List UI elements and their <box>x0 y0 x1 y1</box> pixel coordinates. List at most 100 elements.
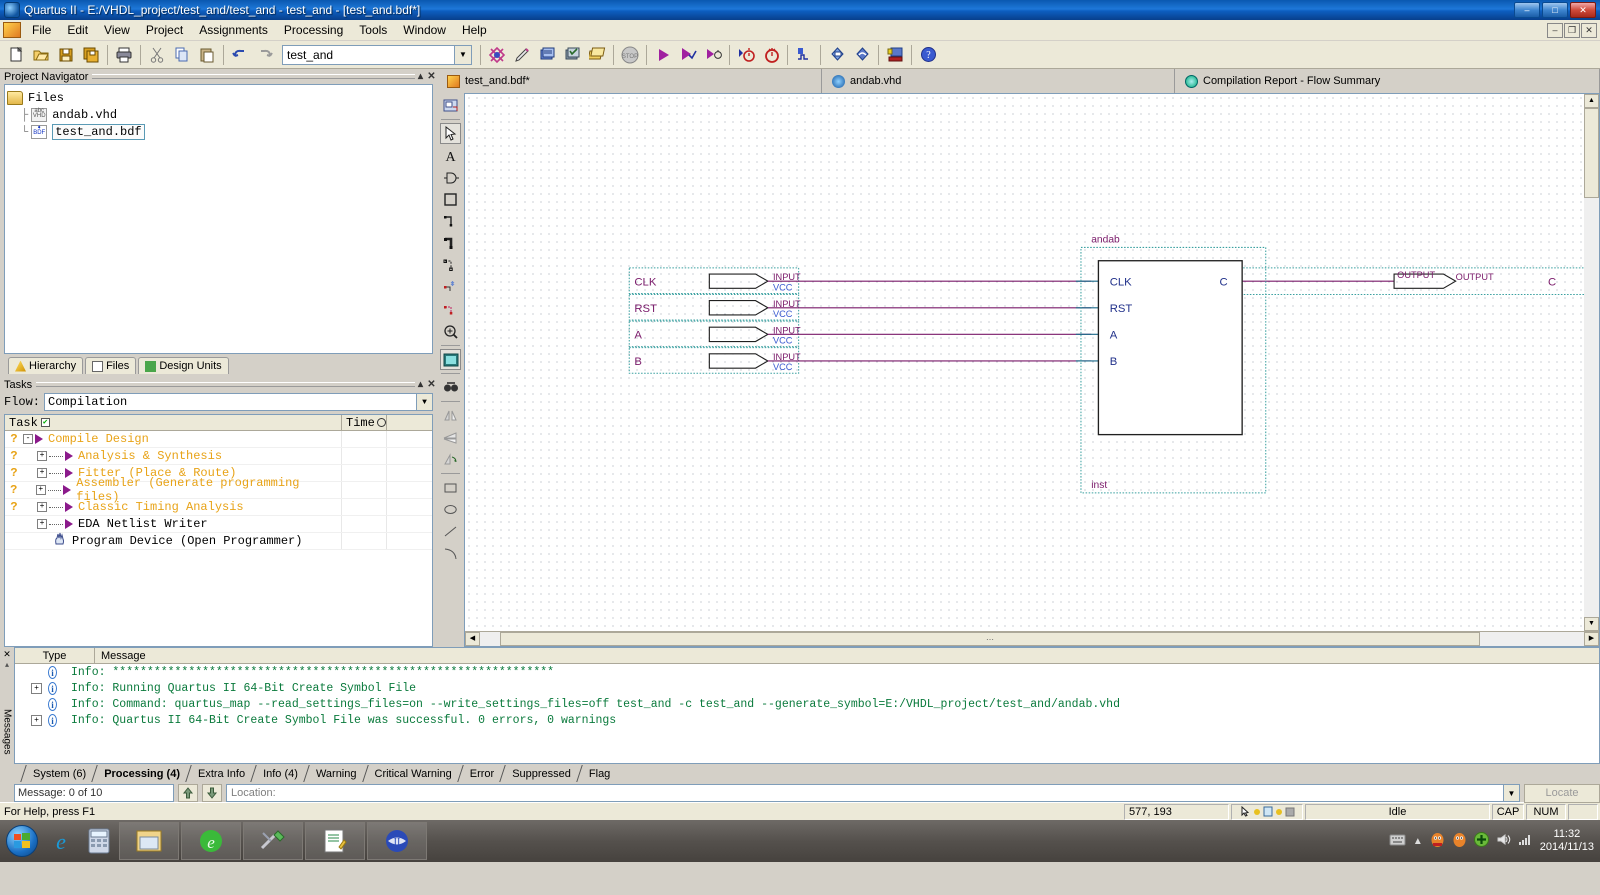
hand-icon[interactable] <box>53 532 67 550</box>
table-row[interactable]: ? + Assembler (Generate programming file… <box>5 476 432 504</box>
expander-icon[interactable] <box>31 699 42 710</box>
checkbox-icon[interactable]: ✔ <box>40 418 50 427</box>
schematic-canvas[interactable]: CLK RST A B INPUT INPUT INPUT INPUT VCC … <box>465 94 1584 631</box>
scroll-track-horizontal[interactable]: ⋯ <box>480 632 1584 646</box>
expander-icon[interactable]: + <box>37 468 47 478</box>
expander-icon[interactable] <box>31 667 42 678</box>
project-navigator-tree[interactable]: Files ├ abc VHD andab.vhd └ ➧ BDF test_and… <box>4 84 433 354</box>
expander-icon[interactable]: + <box>37 451 47 461</box>
msg-tab-processing[interactable]: Processing (4) <box>91 765 189 782</box>
programmer-icon[interactable] <box>883 43 907 67</box>
tree-root-files[interactable]: Files <box>7 89 430 106</box>
play-icon[interactable] <box>65 502 73 512</box>
print-icon[interactable] <box>112 43 136 67</box>
table-row[interactable]: ? + Classic Timing Analysis <box>5 499 432 516</box>
close-icon[interactable]: ✕ <box>426 379 437 390</box>
tasks-table[interactable]: Task ✔ Time ? - Compile Design ? + Analy… <box>4 414 433 647</box>
locate-button[interactable]: Locate <box>1524 783 1600 803</box>
collapse-icon[interactable]: ▴ <box>415 71 426 82</box>
list-item[interactable]: └ ➧ BDF test_and.bdf <box>7 123 430 140</box>
stop-icon[interactable]: STOP <box>618 43 642 67</box>
chevron-down-icon[interactable]: ▼ <box>1503 785 1519 801</box>
menu-item-tools[interactable]: Tools <box>351 21 395 39</box>
mdi-close-button[interactable]: ✕ <box>1581 22 1597 38</box>
canvas-vertical-scrollbar[interactable]: ▲ ▼ <box>1584 94 1599 631</box>
shield-icon[interactable] <box>1473 832 1489 850</box>
orthogonal-node-tool-icon[interactable] <box>440 211 461 232</box>
expander-icon[interactable]: + <box>37 519 47 529</box>
start-compilation-icon[interactable] <box>651 43 675 67</box>
tab-files[interactable]: Files <box>85 357 137 374</box>
expander-icon[interactable]: - <box>23 434 33 444</box>
window-minimize-button[interactable]: – <box>1514 2 1540 18</box>
menu-item-processing[interactable]: Processing <box>276 21 351 39</box>
next-message-button[interactable] <box>202 784 222 802</box>
open-file-icon[interactable] <box>29 43 53 67</box>
mdi-minimize-button[interactable]: – <box>1547 22 1563 38</box>
tab-hierarchy[interactable]: Hierarchy <box>8 357 84 374</box>
volume-icon[interactable] <box>1496 833 1511 849</box>
scroll-right-button[interactable]: ▶ <box>1584 632 1599 646</box>
table-row[interactable]: Program Device (Open Programmer) <box>5 532 432 550</box>
line-icon[interactable] <box>440 521 461 542</box>
save-all-icon[interactable] <box>79 43 103 67</box>
analysis-synthesis-icon[interactable] <box>535 43 559 67</box>
paste-icon[interactable] <box>195 43 219 67</box>
assembler-icon[interactable] <box>585 43 609 67</box>
calculator-icon[interactable] <box>80 822 118 860</box>
fitter-icon[interactable] <box>560 43 584 67</box>
play-icon[interactable] <box>65 451 73 461</box>
play-icon[interactable] <box>35 434 43 444</box>
collapse-icon[interactable]: ▴ <box>415 379 426 390</box>
tab-design-units[interactable]: Design Units <box>138 357 229 374</box>
new-file-icon[interactable] <box>4 43 28 67</box>
fit-in-window-icon[interactable] <box>440 349 461 370</box>
expander-icon[interactable]: + <box>35 485 46 495</box>
expander-icon[interactable]: + <box>31 682 42 694</box>
oval-icon[interactable] <box>440 499 461 520</box>
technology-map-icon[interactable] <box>850 43 874 67</box>
symbol-icon[interactable] <box>440 167 461 188</box>
tab-test-and-bdf[interactable]: test_and.bdf* <box>437 69 822 93</box>
rotate-icon[interactable] <box>440 449 461 470</box>
copy-icon[interactable] <box>170 43 194 67</box>
partial-line-icon[interactable] <box>440 299 461 320</box>
scroll-left-button[interactable]: ◀ <box>465 632 480 646</box>
find-icon[interactable] <box>440 377 461 398</box>
orthogonal-conduit-tool-icon[interactable] <box>440 255 461 276</box>
taskbar-item-explorer[interactable] <box>119 822 179 860</box>
project-selector-combo[interactable]: test_and ▼ <box>282 44 472 65</box>
classic-timing-analysis-icon[interactable] <box>759 43 783 67</box>
menu-item-assignments[interactable]: Assignments <box>191 21 276 39</box>
taskbar-clock[interactable]: 11:32 2014/11/13 <box>1540 828 1594 854</box>
block-tool-icon[interactable] <box>440 189 461 210</box>
internet-explorer-icon[interactable]: e <box>42 822 80 860</box>
scroll-down-button[interactable]: ▼ <box>1584 617 1599 631</box>
menu-item-edit[interactable]: Edit <box>59 21 96 39</box>
table-row[interactable]: + i Info: Running Quartus II 64-Bit Crea… <box>15 680 1599 696</box>
table-row[interactable]: i Info: ********************************… <box>15 664 1599 680</box>
window-maximize-button[interactable]: □ <box>1542 2 1568 18</box>
network-icon[interactable] <box>1518 833 1533 849</box>
msg-tab-critical-warning[interactable]: Critical Warning <box>361 765 461 782</box>
waveform-icon[interactable] <box>792 43 816 67</box>
msg-tab-extra-info[interactable]: Extra Info <box>185 765 255 782</box>
rubberbanding-icon[interactable] <box>440 277 461 298</box>
msg-tab-suppressed[interactable]: Suppressed <box>499 765 580 782</box>
flip-horizontal-icon[interactable] <box>440 405 461 426</box>
scroll-thumb-horizontal[interactable]: ⋯ <box>500 632 1480 646</box>
play-icon[interactable] <box>65 468 73 478</box>
show-hidden-icons-icon[interactable]: ▲ <box>1413 836 1423 847</box>
msg-tab-error[interactable]: Error <box>456 765 504 782</box>
close-icon[interactable]: ✕ <box>3 649 11 660</box>
list-item[interactable]: ├ abc VHD andab.vhd <box>7 106 430 123</box>
flip-vertical-icon[interactable] <box>440 427 461 448</box>
flow-combo[interactable]: Compilation ▼ <box>44 393 433 411</box>
taskbar-item-quartus[interactable]: II <box>367 822 427 860</box>
help-icon[interactable]: ? <box>916 43 940 67</box>
scroll-up-button[interactable]: ▲ <box>1584 94 1599 108</box>
menu-item-help[interactable]: Help <box>454 21 495 39</box>
menu-item-project[interactable]: Project <box>138 21 191 39</box>
arc-icon[interactable] <box>440 543 461 564</box>
canvas-horizontal-scrollbar[interactable]: ◀ ⋯ ▶ <box>465 631 1599 646</box>
